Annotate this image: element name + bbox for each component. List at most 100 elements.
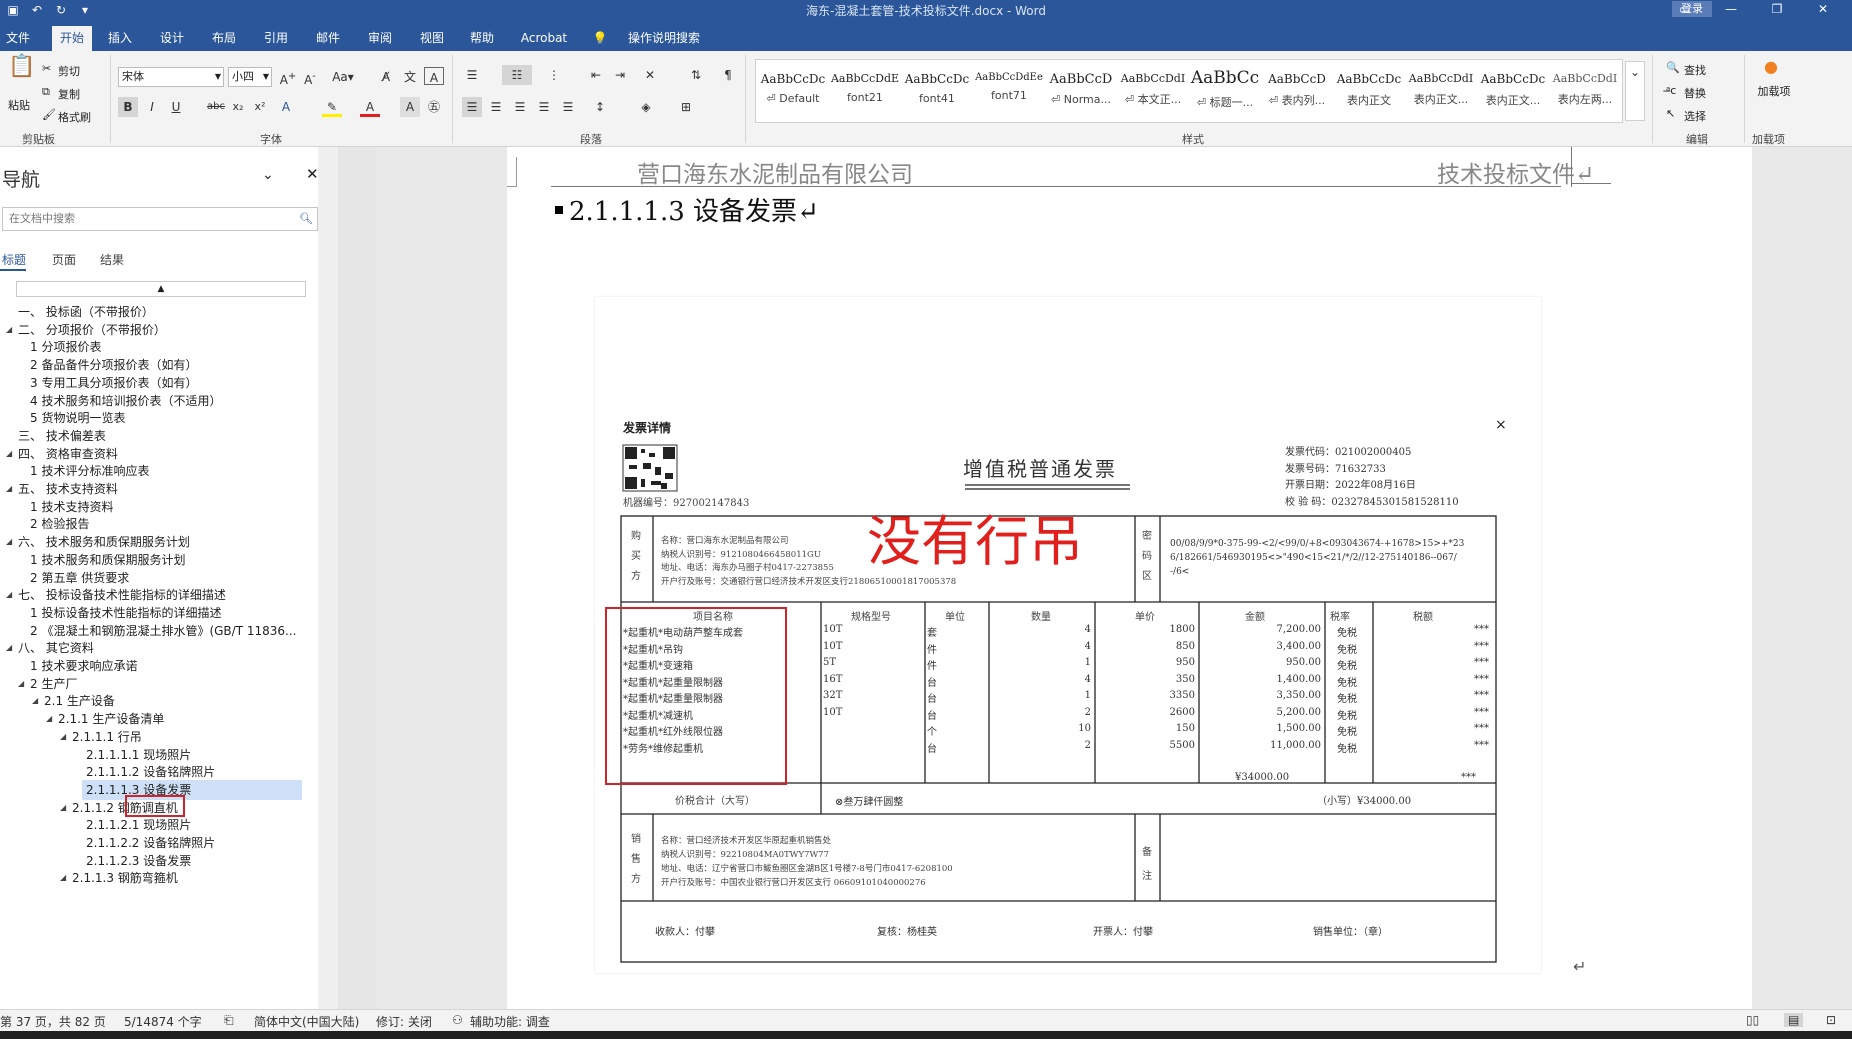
multilevel-list-icon[interactable]: ⋮ [544,65,564,85]
search-icon[interactable]: 🔍︎ [299,208,313,230]
find-button[interactable]: 查找 [1684,62,1706,78]
copy-icon[interactable]: ⧉ [42,85,50,99]
tab-view[interactable]: 视图 [416,26,448,51]
style-default[interactable]: AaBbCcDc ⏎ Default [758,62,828,120]
strikethrough-icon[interactable]: abc [206,97,226,117]
replace-button[interactable]: 替换 [1684,85,1706,101]
grow-font-icon[interactable]: A+ [278,67,298,87]
styles-more-icon[interactable]: ⌄ [1625,61,1645,121]
align-left-icon[interactable]: ☰ [462,97,482,117]
superscript-icon[interactable]: x² [250,97,270,117]
bold-icon[interactable]: B [118,97,138,117]
nav-search-input[interactable]: 在文档中搜索 🔍︎ [2,207,318,231]
justify-icon[interactable]: ☰ [534,97,554,117]
font-color-icon[interactable]: A [360,97,380,117]
tab-design[interactable]: 设计 [156,26,188,51]
shading-icon[interactable]: ◈ [636,97,656,117]
status-language[interactable]: 简体中文(中国大陆) [254,1013,359,1030]
invoice-close-icon[interactable]: × [1495,417,1507,433]
sort-icon[interactable]: ⇅ [686,65,706,85]
nav-tab-pages[interactable]: 页面 [52,251,76,268]
numbering-icon[interactable]: ☷ [502,65,532,85]
style-font41[interactable]: AaBbCcDc font41 [902,62,972,120]
expand-triangle-icon[interactable]: ◢ [18,674,24,694]
align-right-icon[interactable]: ☰ [510,97,530,117]
tab-layout[interactable]: 布局 [208,26,240,51]
close-icon[interactable]: ✕ [1800,0,1846,19]
subscript-icon[interactable]: x₂ [228,97,248,117]
nav-options-icon[interactable]: ⌄ [262,167,274,183]
style-table-column[interactable]: AaBbCcD ⏎ 表内列... [1262,62,1332,120]
read-mode-icon[interactable]: ▯▯ [1746,1013,1759,1027]
distributed-icon[interactable]: ☰ [558,97,578,117]
format-painter-icon[interactable]: 🖌 [42,108,56,121]
expand-triangle-icon[interactable]: ◢ [6,320,12,340]
expand-triangle-icon[interactable]: ◢ [6,585,12,605]
style-table-body[interactable]: AaBbCcDc 表内正文 [1334,62,1404,120]
phonetic-guide-icon[interactable]: 文 [400,67,420,87]
expand-triangle-icon[interactable]: ◢ [60,798,66,818]
decrease-indent-icon[interactable]: ⇤ [586,65,606,85]
show-marks-icon[interactable]: ¶ [718,65,738,85]
format-painter-button[interactable]: 格式刷 [58,109,91,125]
status-track-changes[interactable]: 修订: 关闭 [376,1013,432,1030]
style-normal[interactable]: AaBbCcD ⏎ Norma... [1046,62,1116,120]
cut-icon[interactable]: ✂ [42,62,51,75]
expand-triangle-icon[interactable]: ◢ [60,868,66,888]
change-case-icon[interactable]: Aa▾ [330,67,356,87]
paste-label[interactable]: 粘贴 [8,97,30,113]
print-layout-icon[interactable]: ▤ [1784,1013,1804,1027]
tab-insert[interactable]: 插入 [104,26,136,51]
nav-close-icon[interactable]: ✕ [306,165,319,183]
expand-triangle-icon[interactable]: ◢ [6,479,12,499]
tell-me-search[interactable]: 操作说明搜索 [614,26,714,51]
style-body-text[interactable]: AaBbCcDdI ⏎ 本文正... [1118,62,1188,120]
tab-file[interactable]: 文件 [2,26,34,51]
enclosed-char-icon[interactable]: ㊄ [424,97,444,117]
select-button[interactable]: 选择 [1684,108,1706,124]
tab-references[interactable]: 引用 [260,26,292,51]
tab-home[interactable]: 开始 [52,26,92,51]
highlight-icon[interactable]: ✎ [322,97,342,117]
addins-icon[interactable]: ● [1764,57,1778,76]
addins-button[interactable]: 加载项 [1754,83,1794,99]
find-icon[interactable]: 🔍 [1666,61,1680,74]
char-border-icon[interactable]: A [424,67,444,85]
replace-icon[interactable]: ᵃ̶c [1666,84,1676,97]
tab-mailings[interactable]: 邮件 [312,26,344,51]
underline-icon[interactable]: U [166,97,186,117]
bullets-icon[interactable]: ☰ [462,65,482,85]
copy-button[interactable]: 复制 [58,86,80,102]
font-family-select[interactable]: 宋体 ▼ [118,67,224,87]
style-font71[interactable]: AaBbCcDdEe font71 [974,62,1044,120]
nav-scrollbar[interactable] [318,147,338,1009]
expand-triangle-icon[interactable]: ◢ [46,709,52,729]
expand-triangle-icon[interactable]: ◢ [32,691,38,711]
shrink-font-icon[interactable]: A- [300,67,320,87]
style-table-body-2[interactable]: AaBbCcDdI 表内正文... [1406,62,1476,120]
expand-triangle-icon[interactable]: ◢ [60,727,66,747]
style-table-left[interactable]: AaBbCcDdI 表内左两... [1550,62,1620,120]
tab-help[interactable]: 帮助 [466,26,498,51]
accessibility-icon[interactable]: ⚇ [452,1013,463,1027]
status-accessibility[interactable]: 辅助功能: 调查 [470,1013,550,1030]
select-icon[interactable]: ↖ [1666,107,1675,120]
style-table-body-3[interactable]: AaBbCcDc 表内正文... [1478,62,1548,120]
nav-scroll-up-icon[interactable]: ▲ [16,281,306,297]
style-heading-1[interactable]: AaBbCc ⏎ 标题一... [1190,62,1260,120]
font-size-select[interactable]: 小四 ▼ [228,67,272,87]
cut-button[interactable]: 剪切 [58,63,80,79]
maximize-icon[interactable]: ❐ [1754,0,1800,19]
tab-review[interactable]: 审阅 [364,26,396,51]
expand-triangle-icon[interactable]: ◢ [6,638,12,658]
char-shading-icon[interactable]: A [400,97,420,117]
style-font21[interactable]: AaBbCcDdE font21 [830,62,900,120]
ribbon-display-icon[interactable]: ▭ [1662,0,1708,19]
clear-format-icon[interactable]: A̸ [376,67,396,87]
web-layout-icon[interactable]: ⊡ [1826,1013,1836,1027]
expand-triangle-icon[interactable]: ◢ [6,532,12,552]
italic-icon[interactable]: I [142,97,162,117]
nav-tab-headings[interactable]: 标题 [2,251,26,268]
tab-acrobat[interactable]: Acrobat [516,26,572,51]
align-center-icon[interactable]: ☰ [486,97,506,117]
